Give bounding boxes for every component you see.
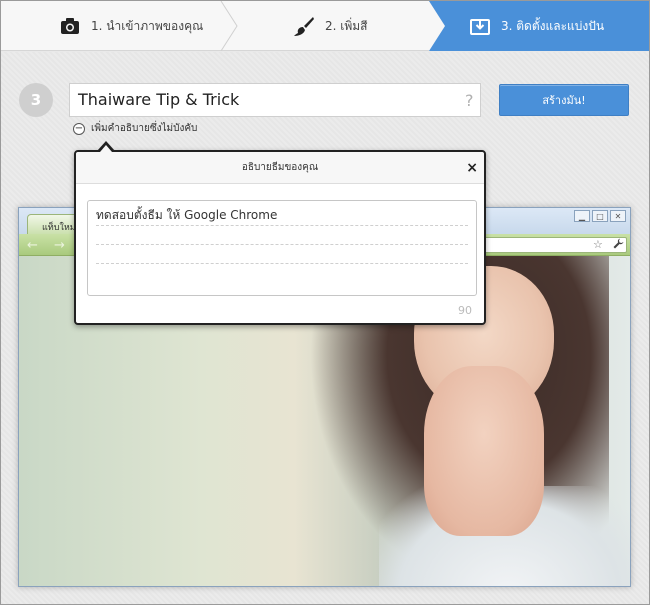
download-box-icon	[469, 15, 491, 37]
minimize-icon: ▁	[574, 210, 590, 222]
step-install-share[interactable]: 3. ติดตั้งและแบ่งปัน	[469, 1, 604, 51]
step-import-image[interactable]: 1. นำเข้าภาพของคุณ	[59, 1, 203, 51]
close-window-icon: ✕	[610, 210, 626, 222]
description-toggle-label: เพิ่มคำอธิบายซึ่งไม่บังคับ	[91, 123, 198, 134]
maximize-icon: □	[592, 210, 608, 222]
close-icon[interactable]: ×	[466, 160, 478, 176]
minus-circle-icon: −	[73, 122, 85, 135]
textarea-line: ทดสอบตั้งธีม ให้ Google Chrome	[96, 207, 468, 226]
popup-arrow-inner	[100, 145, 112, 152]
nav-arrows-icon: ← →	[27, 238, 71, 253]
textarea-line	[96, 245, 468, 264]
step-number-badge: 3	[19, 83, 53, 117]
popup-title: อธิบายธีมของคุณ	[241, 162, 319, 173]
theme-name-input[interactable]: Thaiware Tip & Trick	[69, 83, 481, 117]
step-label: 1. นำเข้าภาพของคุณ	[91, 18, 204, 33]
step-separator	[429, 1, 445, 51]
step-label: 2. เพิ่มสี	[325, 18, 368, 33]
description-popup: อธิบายธีมของคุณ × ทดสอบตั้งธีม ให้ Googl…	[74, 150, 486, 325]
brush-icon	[293, 15, 315, 37]
description-textarea[interactable]: ทดสอบตั้งธีม ให้ Google Chrome	[87, 200, 477, 296]
star-icon: ☆	[593, 238, 603, 251]
char-counter: 90	[458, 304, 472, 317]
step-separator	[220, 1, 238, 51]
textarea-line	[96, 226, 468, 245]
step-label: 3. ติดตั้งและแบ่งปัน	[501, 18, 605, 33]
window-controls: ▁ □ ✕	[574, 210, 626, 222]
camera-icon	[59, 15, 81, 37]
help-icon[interactable]: ?	[465, 91, 474, 110]
step-add-color[interactable]: 2. เพิ่มสี	[293, 1, 368, 51]
photo-hand	[424, 366, 544, 536]
step-bar: 1. นำเข้าภาพของคุณ 2. เพิ่มสี 3. ติดตั้ง…	[1, 1, 649, 51]
description-toggle[interactable]: − เพิ่มคำอธิบายซึ่งไม่บังคับ	[73, 121, 197, 136]
wrench-icon	[613, 238, 624, 252]
create-button[interactable]: สร้างมัน!	[499, 84, 629, 116]
popup-header: อธิบายธีมของคุณ ×	[76, 152, 484, 184]
